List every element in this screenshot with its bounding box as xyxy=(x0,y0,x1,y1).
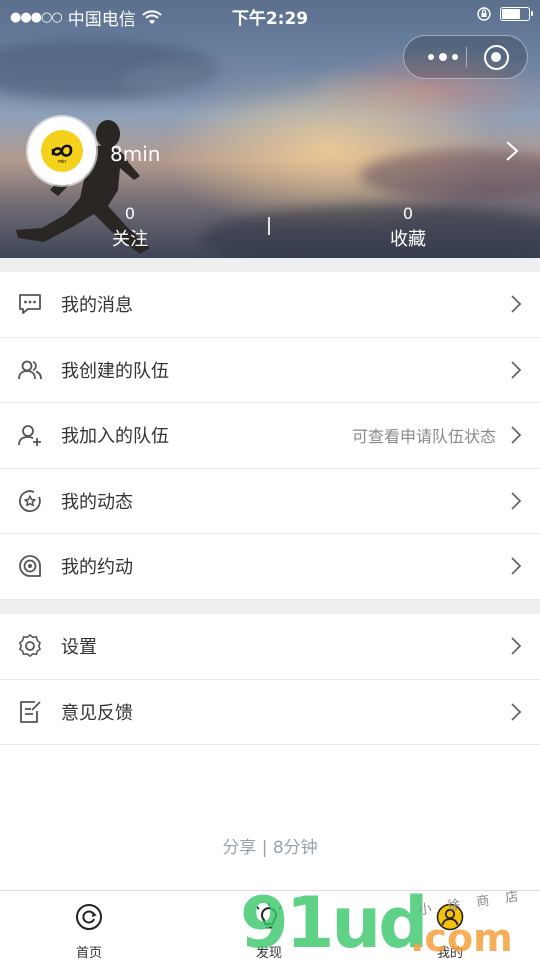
chevron-right-icon xyxy=(511,637,522,655)
brand-logo-icon: min xyxy=(41,130,83,172)
section-gap xyxy=(0,600,540,614)
tab-label: 首页 xyxy=(75,946,102,960)
home-refresh-icon xyxy=(76,904,102,930)
menu-item-label: 我的约动 xyxy=(61,557,133,579)
menu-group-main: 我的消息 我创建的队伍 我加入的队伍 可查看申请队伍状态 我的动态 我的约动 xyxy=(0,272,540,600)
battery-level xyxy=(502,9,520,19)
menu-item-settings[interactable]: 设置 xyxy=(0,614,540,680)
chevron-right-icon xyxy=(511,557,522,575)
tab-discover[interactable]: 发现 xyxy=(224,891,314,960)
menu-group-settings: 设置 意见反馈 xyxy=(0,614,540,745)
menu-item-feedback[interactable]: 意见反馈 xyxy=(0,679,540,745)
stat-label: 收藏 xyxy=(390,229,426,250)
menu-item-label: 我创建的队伍 xyxy=(61,360,169,382)
username[interactable]: 8min xyxy=(110,142,160,166)
star-circle-icon xyxy=(18,489,41,512)
stat-label: 关注 xyxy=(112,229,148,250)
user-icon xyxy=(436,903,464,931)
menu-item-label: 设置 xyxy=(61,637,97,659)
tab-home[interactable]: 首页 xyxy=(44,891,134,960)
menu-item-my-posts[interactable]: 我的动态 xyxy=(0,468,540,534)
stat-favorites[interactable]: 0 收藏 xyxy=(348,204,468,251)
tab-bar: 首页 发现 我的 xyxy=(0,890,540,960)
tab-label: 发现 xyxy=(255,946,282,960)
capsule-divider xyxy=(466,47,467,67)
add-user-icon xyxy=(18,425,41,447)
lightbulb-icon xyxy=(256,903,282,929)
stat-divider xyxy=(268,217,270,235)
svg-text:min: min xyxy=(58,159,66,165)
section-gap xyxy=(0,258,540,272)
message-icon xyxy=(19,294,41,315)
chevron-right-icon xyxy=(511,361,522,379)
menu-item-joined-teams[interactable]: 我加入的队伍 可查看申请队伍状态 xyxy=(0,403,540,469)
menu-item-label: 我的消息 xyxy=(61,295,133,317)
tab-mine[interactable]: 我的 xyxy=(405,891,495,960)
chevron-right-icon xyxy=(511,426,522,444)
miniprogram-capsule xyxy=(403,35,528,79)
team-icon xyxy=(18,360,42,379)
target-icon xyxy=(19,555,41,578)
avatar[interactable]: min xyxy=(28,117,96,185)
rotation-lock-icon xyxy=(477,7,491,21)
more-options-button[interactable] xyxy=(420,36,466,78)
menu-item-label: 意见反馈 xyxy=(61,702,133,724)
battery-icon xyxy=(500,7,533,21)
chevron-right-icon[interactable] xyxy=(505,140,519,162)
menu-item-messages[interactable]: 我的消息 xyxy=(0,272,540,338)
menu-item-created-teams[interactable]: 我创建的队伍 xyxy=(0,337,540,403)
close-miniprogram-button[interactable] xyxy=(484,45,509,70)
stat-value: 0 xyxy=(402,204,414,223)
feedback-icon xyxy=(20,700,41,723)
cloud-decoration xyxy=(120,60,320,100)
menu-item-hint: 可查看申请队伍状态 xyxy=(351,427,496,447)
status-bar: ●●●○○ 中国电信 下午2:29 xyxy=(0,0,540,30)
chevron-right-icon xyxy=(511,703,522,721)
stat-value: 0 xyxy=(124,204,136,223)
footer-share-text[interactable]: 分享 | 8分钟 xyxy=(0,833,540,858)
chevron-right-icon xyxy=(511,295,522,313)
tab-label: 我的 xyxy=(436,946,463,960)
status-time: 下午2:29 xyxy=(231,9,309,29)
profile-header: ●●●○○ 中国电信 下午2:29 min 8min 0 关注 0 收藏 xyxy=(0,0,540,258)
chevron-right-icon xyxy=(511,492,522,510)
menu-item-label: 我加入的队伍 xyxy=(61,426,169,448)
menu-item-label: 我的动态 xyxy=(61,491,133,513)
gear-icon xyxy=(19,634,41,658)
menu-item-my-appointments[interactable]: 我的约动 xyxy=(0,534,540,600)
stat-following[interactable]: 0 关注 xyxy=(70,204,190,251)
